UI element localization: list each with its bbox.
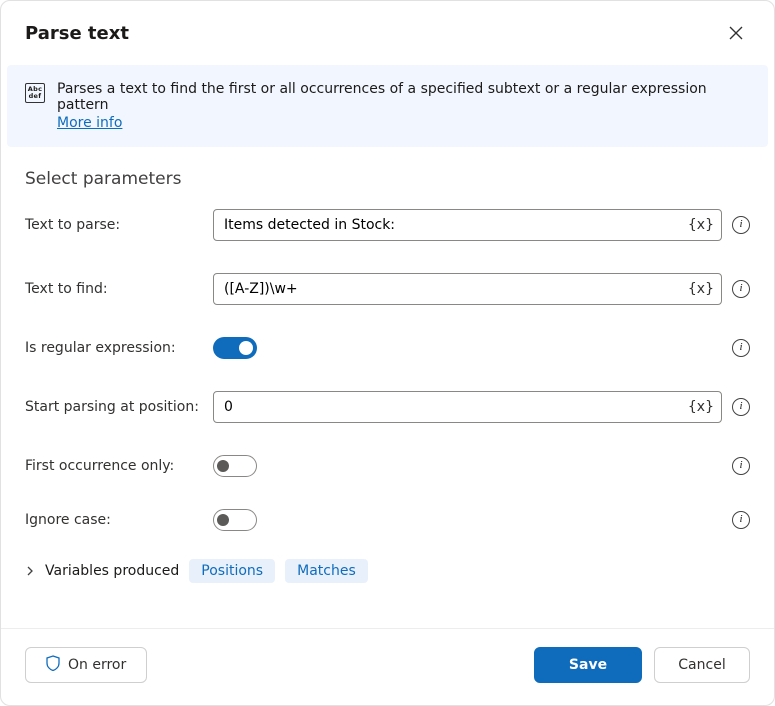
info-icon[interactable]: i	[732, 511, 750, 529]
input-text-to-find[interactable]	[213, 273, 722, 305]
dialog-header: Parse text	[1, 1, 774, 65]
banner-description: Parses a text to find the first or all o…	[57, 81, 707, 113]
field-is-regex: Is regular expression: i	[25, 337, 750, 359]
dialog-body: Select parameters Text to parse: {x} i T…	[1, 147, 774, 602]
variable-chip-matches[interactable]: Matches	[285, 559, 368, 583]
label-start-position: Start parsing at position:	[25, 399, 203, 415]
field-text-to-find: Text to find: {x} i	[25, 273, 750, 305]
cancel-label: Cancel	[678, 657, 725, 673]
banner-text: Parses a text to find the first or all o…	[57, 81, 750, 131]
label-ignore-case: Ignore case:	[25, 512, 203, 528]
on-error-label: On error	[68, 657, 126, 673]
info-icon[interactable]: i	[732, 457, 750, 475]
info-icon[interactable]: i	[732, 280, 750, 298]
cancel-button[interactable]: Cancel	[654, 647, 750, 683]
variable-chip-positions[interactable]: Positions	[189, 559, 275, 583]
toggle-is-regex[interactable]	[213, 337, 257, 359]
field-first-occurrence: First occurrence only: i	[25, 455, 750, 477]
variable-picker-icon[interactable]: {x}	[688, 281, 714, 297]
info-icon[interactable]: i	[732, 398, 750, 416]
save-label: Save	[569, 657, 607, 673]
dialog-title: Parse text	[25, 23, 129, 44]
close-icon	[729, 26, 743, 40]
label-first-occurrence: First occurrence only:	[25, 458, 203, 474]
field-start-position: Start parsing at position: {x} i	[25, 391, 750, 423]
input-text-to-parse[interactable]	[213, 209, 722, 241]
input-start-position[interactable]	[213, 391, 722, 423]
label-text-to-find: Text to find:	[25, 281, 203, 297]
variable-picker-icon[interactable]: {x}	[688, 399, 714, 415]
chevron-right-icon	[25, 566, 35, 576]
field-ignore-case: Ignore case: i	[25, 509, 750, 531]
toggle-first-occurrence[interactable]	[213, 455, 257, 477]
abc-def-icon: Abcdef	[25, 83, 45, 103]
info-icon[interactable]: i	[732, 216, 750, 234]
info-banner: Abcdef Parses a text to find the first o…	[7, 65, 768, 147]
info-icon[interactable]: i	[732, 339, 750, 357]
variables-produced-row[interactable]: Variables produced Positions Matches	[25, 559, 750, 583]
more-info-link[interactable]: More info	[57, 115, 122, 131]
label-is-regex: Is regular expression:	[25, 340, 203, 356]
section-title: Select parameters	[25, 169, 750, 189]
dialog-footer: On error Save Cancel	[1, 629, 774, 705]
field-text-to-parse: Text to parse: {x} i	[25, 209, 750, 241]
variable-picker-icon[interactable]: {x}	[688, 217, 714, 233]
parse-text-dialog: Parse text Abcdef Parses a text to find …	[0, 0, 775, 706]
shield-icon	[46, 655, 60, 675]
toggle-ignore-case[interactable]	[213, 509, 257, 531]
variables-produced-label: Variables produced	[45, 563, 179, 579]
save-button[interactable]: Save	[534, 647, 642, 683]
on-error-button[interactable]: On error	[25, 647, 147, 683]
label-text-to-parse: Text to parse:	[25, 217, 203, 233]
close-button[interactable]	[722, 19, 750, 47]
